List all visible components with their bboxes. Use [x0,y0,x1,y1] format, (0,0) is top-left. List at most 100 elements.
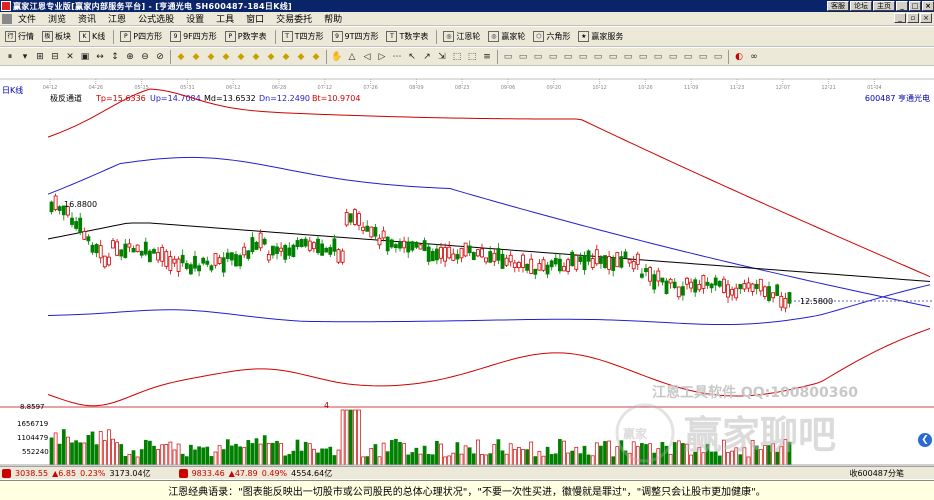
draw-tool-icon[interactable]: ⊞ [33,50,47,64]
draw-tool-icon[interactable]: ↔ [93,50,107,64]
draw-tool-icon[interactable]: ▭ [606,50,620,64]
draw-tool-icon[interactable]: ↗ [420,50,434,64]
toolbar-button-11[interactable]: ⬡ 六角形 [531,29,574,45]
draw-tool-icon[interactable]: ◁ [360,50,374,64]
draw-tool-icon[interactable]: ⏸ [3,50,17,64]
draw-tool-icon[interactable]: ◆ [249,50,263,64]
draw-tool-icon[interactable]: ◆ [264,50,278,64]
draw-tool-icon[interactable]: ◐ [732,50,746,64]
toolbar-button-6[interactable]: T T四方形 [280,29,328,45]
draw-tool-icon[interactable]: ▭ [516,50,530,64]
draw-tool-icon[interactable]: ✕ [63,50,77,64]
draw-tool-icon[interactable]: ▭ [546,50,560,64]
draw-tool-icon[interactable]: ▾ [18,50,32,64]
draw-tool-icon[interactable]: ⋯ [390,50,404,64]
tick-link[interactable]: 收600487分笔 [849,468,904,479]
draw-tool-icon[interactable]: ▭ [681,50,695,64]
draw-tool-icon[interactable]: ⊕ [123,50,137,64]
draw-tool-icon[interactable]: ▭ [636,50,650,64]
toolbar-button-9[interactable]: ◎ 江恩轮 [441,29,484,45]
draw-tool-icon[interactable]: ⊖ [138,50,152,64]
toolbar-button-10[interactable]: ◎ 赢家轮 [486,29,529,45]
toolbar-button-2[interactable]: K K线 [77,29,109,45]
draw-tool-icon[interactable]: ⬚ [465,50,479,64]
draw-tool-icon[interactable]: ✋ [330,50,344,64]
scroll-left-button[interactable]: ❮ [918,433,932,447]
volume-bar [189,444,193,466]
draw-tool-icon[interactable]: ▭ [576,50,590,64]
mdi-restore-button[interactable]: ▫ [907,13,919,23]
candle-body [685,277,689,285]
draw-tool-icon[interactable]: ⊟ [48,50,62,64]
draw-tool-icon[interactable]: ↖ [405,50,419,64]
menu-window[interactable]: 窗口 [240,12,270,25]
draw-tool-icon[interactable]: △ [345,50,359,64]
candle-body [439,246,443,259]
toolbar-button-12[interactable]: ★ 赢家服务 [576,29,627,45]
toolbar-button-7[interactable]: 9 9T四方形 [330,29,383,45]
toolbar-button-1[interactable]: 板板块 [40,29,75,45]
toolbar-button-4[interactable]: 9 9F四方形 [168,29,221,45]
kline-chart-area[interactable]: 04-12 04-26 05-15 05-31 06-12 06-28 07-12 07-26… [0,67,934,467]
draw-tool-icon[interactable]: ▭ [561,50,575,64]
support-button[interactable]: 客服 [827,1,849,11]
draw-tool-icon[interactable]: ≡ [480,50,494,64]
candle-body [447,246,452,259]
draw-tool-icon[interactable]: ◆ [234,50,248,64]
draw-tool-icon[interactable]: ⊘ [153,50,167,64]
toolbar-separator [274,29,276,44]
draw-tool-icon[interactable]: ◆ [189,50,203,64]
mdi-close-button[interactable]: × [920,13,932,23]
candle-body [664,280,669,295]
menu-browse[interactable]: 浏览 [42,12,72,25]
menu-info[interactable]: 资讯 [72,12,102,25]
menu-settings[interactable]: 设置 [180,12,210,25]
mdi-minimize-button[interactable]: _ [894,13,906,23]
toolbar-button-5[interactable]: P P数字表 [223,29,271,45]
toolbar-button-8[interactable]: T T数字表 [384,29,432,45]
kline-chart[interactable]: 04-12 04-26 05-15 05-31 06-12 06-28 07-12 07-26… [0,67,934,467]
menu-help[interactable]: 帮助 [318,12,348,25]
draw-tool-icon[interactable]: ▷ [375,50,389,64]
draw-tool-icon[interactable]: ↕ [108,50,122,64]
draw-tool-icon[interactable]: ⬚ [450,50,464,64]
volume-bar [746,456,751,466]
menu-formula[interactable]: 公式选股 [132,12,180,25]
maximize-button[interactable]: □ [909,1,921,11]
toolbar-label: K线 [92,32,106,41]
draw-tool-icon[interactable]: ⇲ [435,50,449,64]
draw-tool-icon[interactable]: ▭ [591,50,605,64]
draw-tool-icon[interactable]: ◆ [279,50,293,64]
volume-bar [123,455,128,466]
draw-tool-icon[interactable]: ▭ [711,50,725,64]
menu-tools[interactable]: 工具 [210,12,240,25]
volume-bar [521,449,525,466]
menu-trade[interactable]: 交易委托 [270,12,318,25]
toolbar-button-0[interactable]: 行行情 [3,29,38,45]
draw-tool-icon[interactable]: ◆ [174,50,188,64]
menu-gann[interactable]: 江恩 [102,12,132,25]
draw-tool-icon[interactable]: ▭ [696,50,710,64]
toolbar-button-3[interactable]: P P四方形 [118,29,166,45]
volume-bar [139,449,144,466]
volume-bar [599,445,603,466]
draw-tool-icon[interactable]: ▣ [78,50,92,64]
draw-tool-icon[interactable]: ◆ [204,50,218,64]
draw-tool-icon[interactable]: ◆ [309,50,323,64]
draw-tool-icon[interactable]: ▭ [501,50,515,64]
draw-tool-icon[interactable]: ▭ [531,50,545,64]
forum-button[interactable]: 论坛 [850,1,872,11]
draw-tool-icon[interactable]: ∞ [747,50,761,64]
draw-tool-icon[interactable]: ▭ [621,50,635,64]
candle-body [668,278,673,284]
draw-tool-icon[interactable]: ◆ [294,50,308,64]
menu-file[interactable]: 文件 [12,12,42,25]
draw-tool-icon[interactable]: ▭ [666,50,680,64]
draw-tool-icon[interactable]: ▭ [651,50,665,64]
volume-bar [258,443,263,466]
minimize-button[interactable]: _ [896,1,908,11]
homepage-button[interactable]: 主页 [873,1,895,11]
close-button[interactable]: × [922,1,934,11]
candle-body [615,252,620,268]
draw-tool-icon[interactable]: ◆ [219,50,233,64]
